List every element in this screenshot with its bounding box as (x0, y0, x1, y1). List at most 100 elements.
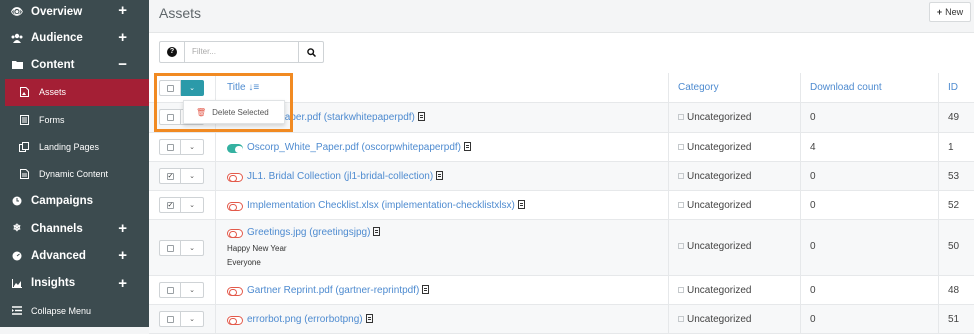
collapse-icon (10, 306, 24, 315)
nav-campaigns[interactable]: Campaigns (0, 188, 149, 215)
expand-icon[interactable]: + (118, 220, 127, 237)
table-row: ✓ ⌄ Implementation Checklist.xlsx (impleme… (149, 191, 974, 220)
download-count-cell: 0 (810, 241, 816, 252)
checkbox-box: ✓ (166, 172, 174, 180)
snowflake-icon: ❄ (12, 223, 22, 235)
row-checkbox[interactable]: ✓ (159, 168, 181, 184)
asset-title: Gartner Reprint.pdf (gartner-reprintpdf) (247, 285, 420, 296)
category-label: Uncategorized (687, 171, 752, 182)
row-checkbox[interactable] (159, 240, 181, 256)
nav-overview[interactable]: 👁 Overview + (0, 0, 149, 24)
help-button[interactable]: ? (159, 41, 185, 63)
nav-landing-pages[interactable]: Landing Pages (0, 133, 149, 160)
checkbox-box (166, 315, 174, 323)
nav-insights-label: Insights (31, 277, 76, 290)
publish-toggle[interactable] (227, 316, 243, 325)
collapse-section-icon[interactable]: − (118, 56, 127, 73)
column-id[interactable]: ID (948, 73, 958, 103)
publish-toggle[interactable] (227, 202, 243, 211)
category-color-swatch (678, 316, 684, 322)
column-category[interactable]: Category (678, 73, 719, 103)
page-title: Assets (159, 5, 202, 21)
row-checkbox[interactable] (159, 139, 181, 155)
asset-title-link[interactable]: errorbot.png (errorbotpng) (247, 314, 373, 325)
asset-title-link[interactable]: JL1. Bridal Collection (jl1-bridal-colle… (247, 171, 444, 182)
asset-title-link[interactable]: Oscorp_White_Paper.pdf (oscorpwhitepaper… (247, 142, 472, 153)
image-file-icon (365, 314, 373, 323)
chevron-down-icon: ⌄ (189, 144, 195, 151)
row-checkbox[interactable] (159, 311, 181, 327)
asset-title-link[interactable]: Greetings.jpg (greetingsjpg) (247, 227, 381, 238)
checkbox-box (166, 143, 174, 151)
table-row: ⌄ errorbot.png (errorbotpng) Uncategorized… (149, 305, 974, 334)
nav-content-label: Content (31, 58, 75, 71)
nav-audience-label: Audience (31, 31, 83, 44)
row-actions-toggle[interactable]: ⌄ (181, 139, 204, 155)
asset-title-link[interactable]: Gartner Reprint.pdf (gartner-reprintpdf) (247, 285, 430, 296)
nav-channels[interactable]: ❄ Channels + (0, 215, 149, 242)
category-cell: Uncategorized (678, 171, 751, 182)
row-select-group: ⌄ (159, 311, 204, 327)
row-actions-toggle[interactable]: ⌄ (181, 282, 204, 298)
chart-icon (10, 278, 24, 288)
table-row: ⌄ Gartner Reprint.pdf (gartner-reprintpdf… (149, 276, 974, 305)
category-color-swatch (678, 114, 684, 120)
row-checkbox[interactable]: ✓ (159, 197, 181, 213)
column-download-count[interactable]: Download count (810, 73, 882, 103)
nav-audience[interactable]: Audience + (0, 24, 149, 51)
publish-toggle[interactable] (227, 144, 243, 153)
category-label: Uncategorized (687, 285, 752, 296)
nav-content[interactable]: Content − (0, 51, 149, 78)
main-content: Assets + New ? Filter... ⌄ Title ↓≡ Cate… (149, 0, 974, 334)
collapse-menu-label: Collapse Menu (31, 305, 92, 316)
row-actions-toggle[interactable]: ⌄ (181, 311, 204, 327)
nav-campaigns-label: Campaigns (31, 195, 93, 208)
pdf-file-icon (422, 285, 430, 294)
nav-insights[interactable]: Insights + (0, 270, 149, 297)
table-row: ⌄ Oscorp_White_Paper.pdf (oscorpwhitepape… (149, 133, 974, 162)
spreadsheet-file-icon (517, 200, 525, 209)
collapse-menu[interactable]: Collapse Menu (0, 297, 149, 324)
chevron-down-icon: ⌄ (189, 316, 195, 323)
row-select-group: ✓ ⌄ (159, 197, 204, 213)
category-color-swatch (678, 287, 684, 293)
id-cell: 53 (948, 171, 960, 182)
download-count-cell: 0 (810, 171, 816, 182)
id-cell: 49 (948, 112, 960, 123)
publish-toggle[interactable] (227, 173, 243, 182)
category-color-swatch (678, 243, 684, 249)
id-cell: 50 (948, 241, 960, 252)
row-checkbox[interactable] (159, 282, 181, 298)
search-icon (306, 47, 316, 57)
asset-title: JL1. Bridal Collection (jl1-bridal-colle… (247, 171, 434, 182)
asset-title: Oscorp_White_Paper.pdf (oscorpwhitepaper… (247, 142, 462, 153)
publish-toggle[interactable] (227, 229, 243, 238)
nav-dynamic-content-label: Dynamic Content (39, 169, 109, 180)
new-button[interactable]: + New (929, 2, 971, 22)
publish-toggle[interactable] (227, 287, 243, 296)
row-actions-toggle[interactable]: ⌄ (181, 240, 204, 256)
expand-icon[interactable]: + (118, 29, 127, 46)
nav-assets[interactable]: Assets (5, 78, 149, 106)
row-actions-toggle[interactable]: ⌄ (181, 168, 204, 184)
pdf-file-icon (417, 112, 425, 121)
pdf-file-icon (464, 142, 472, 151)
nav-advanced[interactable]: Advanced + (0, 242, 149, 269)
asset-title-link[interactable]: Implementation Checklist.xlsx (implement… (247, 200, 525, 211)
row-actions-toggle[interactable]: ⌄ (181, 197, 204, 213)
dynamic-content-icon (18, 169, 30, 180)
nav-forms[interactable]: Forms (0, 106, 149, 133)
nav-dynamic-content[interactable]: Dynamic Content (0, 160, 149, 187)
expand-icon[interactable]: + (118, 247, 127, 264)
row-select-group: ⌄ (159, 282, 204, 298)
checkbox-box (166, 286, 174, 294)
category-cell: Uncategorized (678, 241, 751, 252)
filter-input[interactable]: Filter... (184, 41, 299, 63)
expand-icon[interactable]: + (118, 275, 127, 292)
search-button[interactable] (298, 41, 324, 63)
expand-icon[interactable]: + (118, 2, 127, 19)
nav-assets-label: Assets (39, 87, 67, 98)
download-count-cell: 0 (810, 314, 816, 325)
chevron-down-icon: ⌄ (189, 202, 195, 209)
category-color-swatch (678, 202, 684, 208)
